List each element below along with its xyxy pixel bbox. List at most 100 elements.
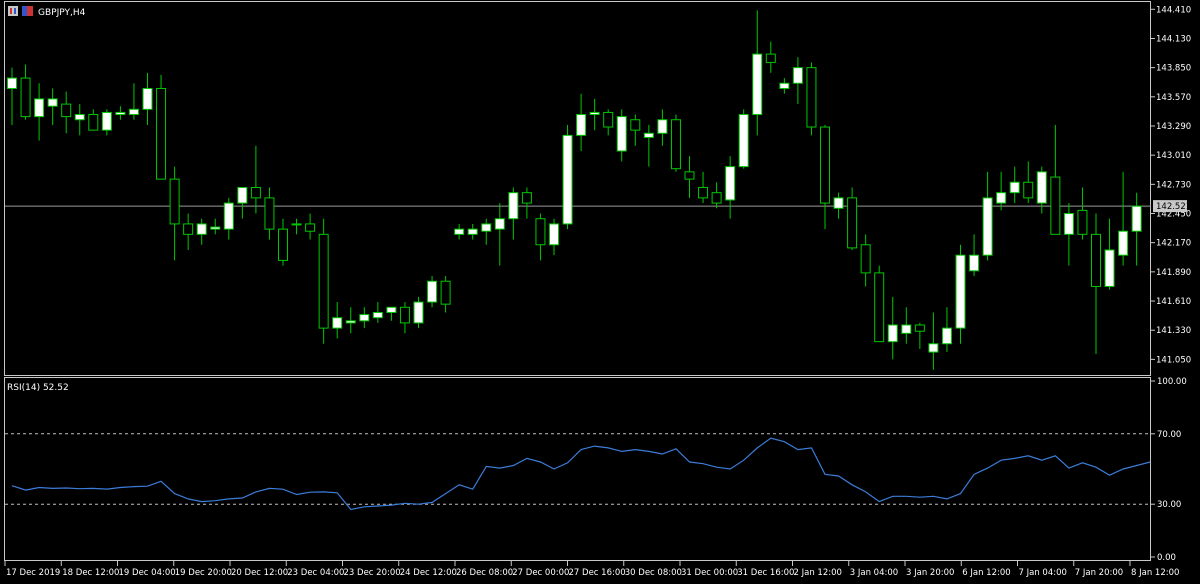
candle-body-bull	[657, 119, 668, 134]
candle-body-bull	[7, 77, 17, 89]
candle-body-bull	[494, 218, 505, 230]
candle-body-bull	[210, 226, 221, 230]
candle-body-bull	[467, 228, 478, 235]
candle-body-bull	[481, 223, 492, 232]
candle-body-bull	[1009, 181, 1020, 194]
candle-body-bull	[74, 114, 85, 121]
time-tick-label: 7 Jan 20:00	[1075, 568, 1123, 578]
candle-body-bull	[427, 280, 438, 303]
time-tick-label: 20 Dec 12:00	[231, 568, 288, 578]
candle-body-bull	[941, 327, 952, 345]
candle-body-bull	[779, 82, 790, 89]
candle-body-bull	[792, 67, 803, 84]
time-tick-label: 31 Dec 00:00	[681, 568, 738, 578]
candle	[738, 109, 749, 169]
candle-body-bear	[88, 114, 99, 131]
time-tick-label: 24 Dec 12:00	[400, 568, 457, 578]
time-tick-label: 27 Dec 16:00	[569, 568, 626, 578]
candle-body-bull	[413, 301, 424, 324]
time-tick-label: 8 Jan 12:00	[1131, 568, 1179, 578]
rsi-tick-label: 0.00	[1157, 553, 1176, 563]
candle-body-bull	[1118, 230, 1129, 256]
candle-body-bear	[874, 272, 885, 343]
candle-body-bull	[1131, 205, 1142, 232]
candle-body-bear	[1077, 209, 1088, 235]
candle-body-bull	[386, 306, 397, 313]
candle-body-bear	[847, 197, 858, 249]
price-tick-label: 142.730	[1156, 180, 1191, 190]
candle-body-bull	[359, 314, 370, 322]
candle-body-bull	[901, 324, 912, 334]
price-tick-label: 142.170	[1156, 239, 1191, 249]
chart-window[interactable]: GBPJPY,H4 144.410 144.130 143.850 143.570 14…	[0, 0, 1200, 584]
candle-body-bear	[1050, 176, 1061, 235]
time-tick-label: 23 Dec 20:00	[344, 568, 401, 578]
candle-body-bull	[101, 111, 112, 131]
rsi-tick-label: 100.00	[1157, 377, 1187, 387]
candle-body-bull	[738, 114, 749, 168]
candle-body-bear	[711, 192, 722, 204]
candle-body-bull	[887, 324, 898, 343]
price-tick-label: 141.050	[1156, 355, 1191, 365]
candle-body-bull	[1036, 171, 1047, 204]
candle-body-bull	[332, 317, 343, 329]
candle-body-bull	[291, 223, 302, 226]
candle	[670, 114, 681, 172]
candle-body-bear	[183, 223, 194, 235]
time-tick-label: 6 Jan 12:00	[962, 568, 1010, 578]
time-tick-label: 19 Dec 20:00	[175, 568, 232, 578]
candle-body-bear	[20, 77, 31, 118]
candle-body-bull	[996, 192, 1007, 204]
candle-body-bull	[752, 53, 763, 116]
price-tick-label: 141.610	[1156, 297, 1191, 307]
candle-body-bear	[399, 306, 410, 324]
time-tick-label: 3 Jan 04:00	[850, 568, 898, 578]
candle-body-bear	[535, 218, 546, 246]
current-price-tag: 142.521	[1153, 200, 1191, 213]
candle-body-bear	[250, 186, 261, 199]
candle-body-bull	[128, 108, 139, 116]
candle-body-bull	[643, 132, 654, 138]
candle	[806, 62, 817, 136]
candle-body-bear	[806, 67, 817, 128]
time-tick-label: 19 Dec 04:00	[119, 568, 176, 578]
candle-body-bull	[549, 223, 559, 246]
symbol-label: GBPJPY,H4	[38, 8, 86, 18]
time-tick-label: 17 Dec 2019	[6, 568, 60, 578]
time-tick-label: 31 Dec 16:00	[737, 568, 794, 578]
candle-body-bull	[223, 202, 234, 230]
candle-body-bull	[345, 320, 356, 324]
candle-body-bear	[603, 111, 614, 128]
time-tick-label: 18 Dec 12:00	[62, 568, 119, 578]
candle-body-bull	[616, 116, 627, 152]
rsi-tick-label: 70.00	[1157, 430, 1181, 440]
candle-body-bear	[860, 244, 871, 274]
time-tick-label: 30 Dec 08:00	[625, 568, 682, 578]
time-tick-label: 2 Jan 12:00	[794, 568, 842, 578]
candle-body-bull	[372, 311, 383, 319]
candle-body-bull	[969, 254, 980, 272]
candle-body-bear	[521, 192, 532, 204]
candle-body-bull	[508, 192, 519, 220]
candle-body-bear	[440, 280, 451, 305]
candle-body-bull	[47, 98, 58, 107]
candle-body-bear	[1091, 233, 1101, 287]
candle-body-bear	[630, 119, 641, 131]
candle-body-bear	[169, 178, 180, 225]
price-tag-value: 142.521	[1156, 202, 1191, 212]
candle-body-bull	[576, 114, 587, 136]
candle	[156, 74, 167, 180]
candle-body-bear	[264, 197, 275, 230]
time-tick-label: 27 Dec 00:00	[512, 568, 569, 578]
candle-body-bear	[61, 103, 72, 118]
candle-body-bear	[698, 186, 709, 199]
price-tick-label: 143.850	[1156, 64, 1191, 74]
candle	[318, 218, 329, 344]
candle-body-bull	[955, 254, 966, 329]
price-tick-label: 143.290	[1156, 122, 1191, 132]
candle-body-bear	[914, 324, 925, 332]
price-tick-label: 143.010	[1156, 151, 1191, 161]
time-tick-label: 7 Jan 04:00	[1019, 568, 1067, 578]
chart-window-icon	[8, 6, 18, 16]
candle-body-bear	[820, 126, 830, 204]
